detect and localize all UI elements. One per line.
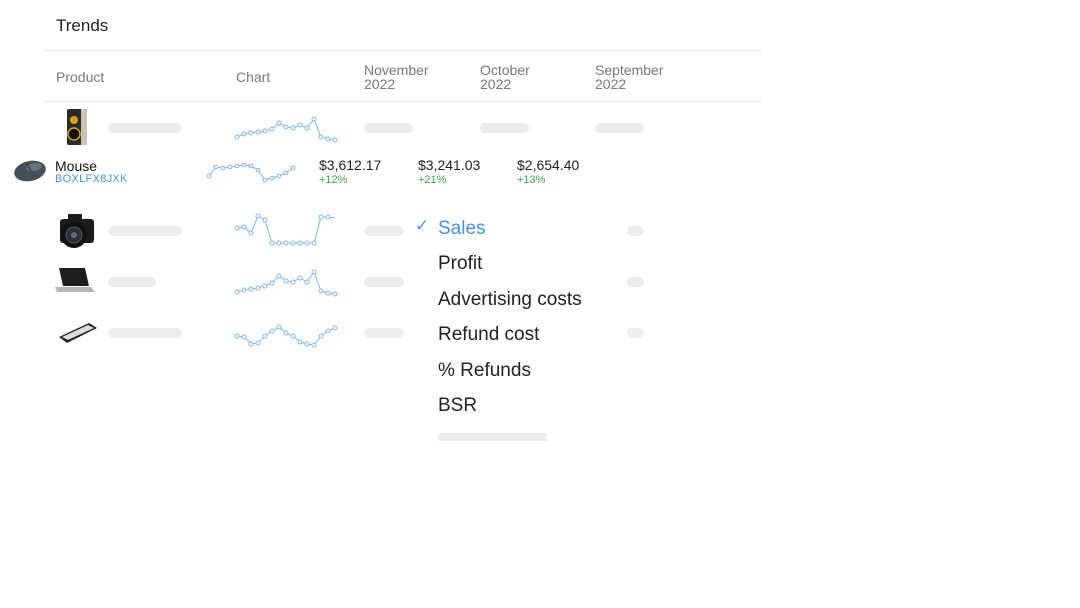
menu-item-percent-refunds[interactable]: % Refunds xyxy=(438,360,531,382)
header-divider-bottom xyxy=(44,101,762,102)
speaker-icon xyxy=(67,109,87,145)
checkmark-icon: ✓ xyxy=(415,216,430,235)
column-header-september-2022[interactable]: September 2022 xyxy=(595,63,663,91)
menu-item-bsr[interactable]: BSR xyxy=(438,395,477,417)
placeholder-bar xyxy=(364,123,413,133)
mouse-icon xyxy=(14,160,46,182)
menu-item-profit[interactable]: Profit xyxy=(438,253,482,275)
sparkline-chart xyxy=(234,269,338,297)
placeholder-bar xyxy=(627,328,644,338)
menu-item-placeholder xyxy=(438,433,547,441)
menu-item-sales[interactable]: Sales xyxy=(438,218,486,240)
smartphone-icon xyxy=(59,323,97,343)
placeholder-bar xyxy=(364,328,404,338)
placeholder-bar xyxy=(627,226,644,236)
sparkline-chart xyxy=(206,162,296,183)
placeholder-bar xyxy=(364,277,404,287)
header-divider xyxy=(44,50,762,51)
product-sku-link[interactable]: BOXLFX8JXK xyxy=(55,173,128,185)
sparkline-chart xyxy=(234,213,336,246)
placeholder-bar xyxy=(595,123,644,133)
value-october: $3,241.03 xyxy=(418,157,481,173)
page-title: Trends xyxy=(56,16,109,35)
placeholder-bar xyxy=(627,277,644,287)
value-september: $2,654.40 xyxy=(517,157,580,173)
camera-icon xyxy=(60,214,94,248)
change-october: +21% xyxy=(418,174,447,186)
placeholder-bar xyxy=(108,328,182,338)
change-september: +13% xyxy=(517,174,546,186)
column-header-october-2022[interactable]: October 2022 xyxy=(480,63,530,91)
column-header-product[interactable]: Product xyxy=(56,70,104,84)
menu-item-advertising-costs[interactable]: Advertising costs xyxy=(438,289,582,311)
placeholder-bar xyxy=(480,123,529,133)
column-header-chart[interactable]: Chart xyxy=(236,70,270,84)
column-header-november-2022[interactable]: November 2022 xyxy=(364,63,429,91)
placeholder-bar xyxy=(364,226,404,236)
value-november: $3,612.17 xyxy=(319,157,382,173)
change-november: +12% xyxy=(319,174,348,186)
placeholder-bar xyxy=(108,123,182,133)
sparkline-chart xyxy=(234,324,338,348)
placeholder-bar xyxy=(108,226,182,236)
menu-item-refund-cost[interactable]: Refund cost xyxy=(438,324,539,346)
product-name[interactable]: Mouse xyxy=(55,158,97,174)
sparkline-chart xyxy=(234,116,338,143)
laptop-icon xyxy=(55,268,95,292)
placeholder-bar xyxy=(108,277,156,287)
